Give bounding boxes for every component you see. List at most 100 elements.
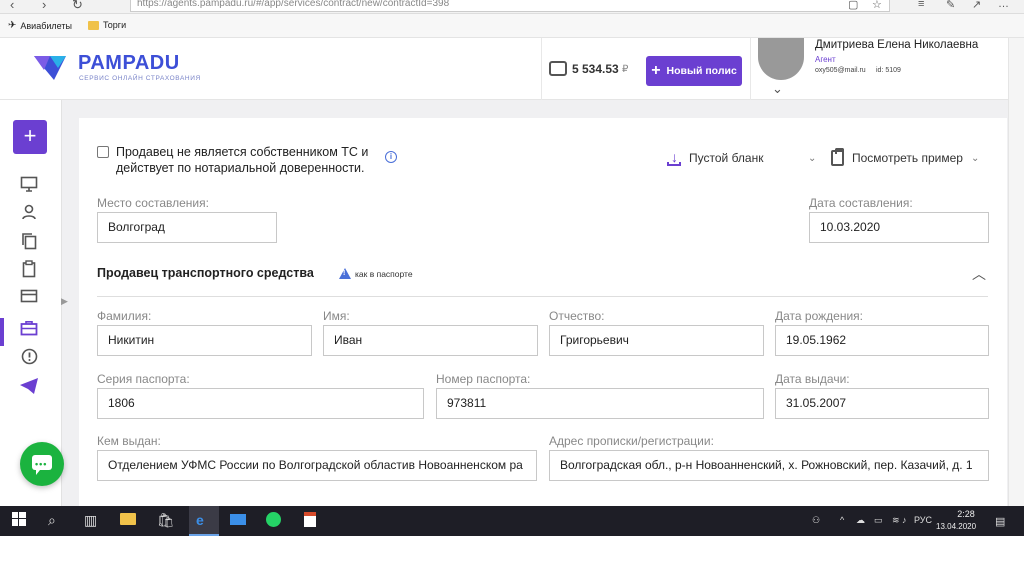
bookmarks-bar: ✈ Авиабилеты Торги	[0, 14, 1024, 38]
sidebar-add-button[interactable]: +	[13, 120, 47, 154]
date-input[interactable]: 10.03.2020	[809, 212, 989, 243]
browser-toolbar: ‹ › ↻ https://agents.pampadu.ru/#/app/se…	[0, 0, 1024, 14]
edge-icon[interactable]: e	[196, 512, 204, 528]
user-role: Агент	[815, 55, 836, 64]
whatsapp-icon[interactable]	[266, 512, 281, 530]
as-in-passport-hint[interactable]: как в паспорте	[339, 268, 413, 279]
app-header: PAMPADU СЕРВИС ОНЛАЙН СТРАХОВАНИЯ 5 534.…	[0, 38, 1008, 100]
favorites-list-icon[interactable]: ≡	[918, 0, 924, 10]
section-divider	[97, 296, 988, 297]
file-explorer-icon[interactable]	[120, 512, 136, 528]
chevron-down-icon: ⌄	[970, 152, 980, 164]
mail-icon[interactable]	[230, 512, 246, 528]
birthdate-label: Дата рождения:	[775, 309, 863, 323]
clipboard-icon[interactable]	[18, 260, 40, 282]
sidebar-active-indicator	[0, 318, 4, 346]
user-icon[interactable]	[18, 204, 40, 226]
new-policy-button[interactable]: + Новый полис	[646, 56, 742, 86]
wifi-icon[interactable]: ≋	[892, 515, 900, 526]
pampadu-logo-icon[interactable]	[32, 50, 68, 84]
user-id: id: 5109	[876, 67, 901, 74]
issued-by-input[interactable]: Отделением УФМС России по Волгоградской …	[97, 450, 537, 481]
battery-icon[interactable]: ▭	[874, 515, 883, 526]
share-icon[interactable]: ↗	[972, 0, 981, 11]
page-scrollbar[interactable]	[1008, 38, 1024, 506]
forward-icon[interactable]: ›	[42, 0, 46, 12]
sidebar-collapse-icon[interactable]: ▶	[61, 296, 68, 307]
reading-view-icon[interactable]: ▢	[848, 0, 858, 11]
passport-series-input[interactable]: 1806	[97, 388, 424, 419]
chevron-down-icon[interactable]: ⌄	[772, 81, 783, 97]
briefcase-icon[interactable]	[18, 320, 40, 342]
clock-time[interactable]: 2:28	[951, 509, 981, 519]
chevron-down-icon[interactable]: ⌄	[808, 153, 816, 164]
address-label: Адрес прописки/регистрации:	[549, 434, 714, 448]
patronymic-input[interactable]: Григорьевич	[549, 325, 764, 356]
header-divider	[750, 38, 751, 100]
not-owner-checkbox[interactable]	[97, 146, 109, 158]
birthdate-input[interactable]: 19.05.1962	[775, 325, 989, 356]
windows-taskbar: ⌕ ▥ 🛍 e ⚇ ^ ☁ ▭ ≋ ♪ РУС 2:28 13.04.2020 …	[0, 506, 1024, 536]
task-view-icon[interactable]: ▥	[84, 512, 97, 529]
issue-date-input[interactable]: 31.05.2007	[775, 388, 989, 419]
refresh-icon[interactable]: ↻	[72, 0, 83, 13]
address-bar[interactable]: https://agents.pampadu.ru/#/app/services…	[130, 0, 890, 12]
notifications-icon[interactable]: ▤	[995, 515, 1005, 528]
volume-icon[interactable]: ♪	[902, 515, 907, 525]
airplane-icon: ✈	[8, 20, 17, 31]
issue-date-label: Дата выдачи:	[775, 372, 850, 386]
more-icon[interactable]: …	[998, 0, 1009, 10]
bookmark-avia[interactable]: ✈ Авиабилеты	[8, 20, 72, 31]
surname-label: Фамилия:	[97, 309, 152, 323]
alert-icon[interactable]	[18, 348, 40, 370]
place-input[interactable]: Волгоград	[97, 212, 277, 243]
passport-series-label: Серия паспорта:	[97, 372, 190, 386]
chat-dots: •••	[35, 459, 48, 469]
header-divider	[541, 38, 542, 100]
clipboard-icon	[831, 148, 844, 166]
back-icon[interactable]: ‹	[10, 0, 14, 12]
patronymic-label: Отчество:	[549, 309, 605, 323]
people-icon[interactable]: ⚇	[812, 515, 820, 526]
user-name: Дмитриева Елена Николаевна	[815, 39, 979, 51]
name-input[interactable]: Иван	[323, 325, 538, 356]
empty-form-link[interactable]: ↓ Пустой бланк	[667, 150, 763, 166]
wallet-icon	[549, 61, 567, 76]
surname-input[interactable]: Никитин	[97, 325, 312, 356]
logo-subtitle: СЕРВИС ОНЛАЙН СТРАХОВАНИЯ	[79, 75, 201, 82]
search-icon[interactable]: ⌕	[48, 512, 56, 529]
favorite-star-icon[interactable]: ☆	[872, 0, 882, 11]
taskbar-active-indicator	[189, 506, 219, 536]
not-owner-label: Продавец не является собственником ТС и …	[116, 145, 369, 175]
avatar[interactable]	[758, 38, 804, 80]
document-icon[interactable]	[304, 512, 316, 530]
clock-date[interactable]: 13.04.2020	[936, 522, 976, 531]
place-label: Место составления:	[97, 196, 209, 210]
view-example-link[interactable]: Посмотреть пример ⌄	[831, 148, 980, 166]
info-icon[interactable]: i	[385, 151, 397, 163]
bookmark-torgi[interactable]: Торги	[88, 20, 126, 30]
address-input[interactable]: Волгоградская обл., р-н Новоанненский, х…	[549, 450, 989, 481]
passport-number-input[interactable]: 973811	[436, 388, 764, 419]
pen-icon[interactable]: ✎	[946, 0, 955, 11]
onedrive-icon[interactable]: ☁	[856, 515, 865, 526]
user-email: oxy505@mail.ru	[815, 67, 866, 74]
issued-by-label: Кем выдан:	[97, 434, 161, 448]
copy-icon[interactable]	[18, 232, 40, 254]
name-label: Имя:	[323, 309, 350, 323]
currency-sign: ₽	[622, 64, 629, 75]
language-indicator[interactable]: РУС	[914, 515, 932, 525]
card-icon[interactable]	[18, 288, 40, 310]
folder-icon	[88, 20, 99, 30]
chevron-up-icon[interactable]: ︿	[972, 264, 986, 284]
telegram-icon[interactable]	[18, 377, 40, 399]
balance-amount: 5 534.53	[572, 62, 619, 76]
warning-icon	[339, 268, 351, 279]
logo-text[interactable]: PAMPADU	[78, 52, 180, 75]
chevron-up-icon[interactable]: ^	[840, 515, 844, 525]
windows-start-icon[interactable]	[12, 512, 26, 529]
chat-button[interactable]: •••	[20, 442, 64, 486]
date-label: Дата составления:	[809, 196, 913, 210]
store-icon[interactable]: 🛍	[157, 512, 175, 529]
monitor-icon[interactable]	[18, 176, 40, 198]
